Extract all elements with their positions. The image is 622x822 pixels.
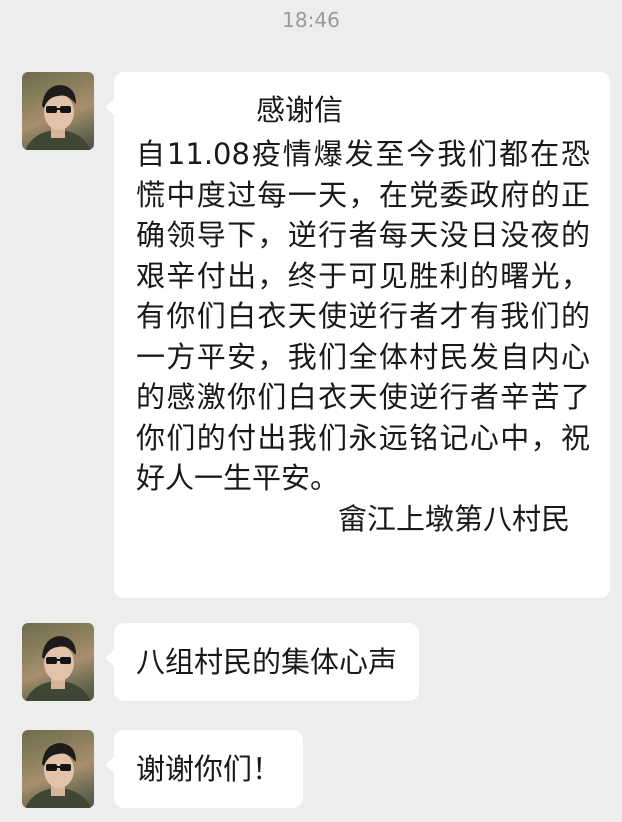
avatar-photo-icon: [25, 743, 91, 808]
avatar-photo-icon: [25, 636, 91, 701]
sender-avatar[interactable]: [22, 72, 94, 150]
letter-body: 自11.08疫情爆发至今我们都在恐慌中度过每一天，在党委政府的正确领导下，逆行者…: [136, 137, 590, 495]
message-bubble[interactable]: 谢谢你们！: [104, 730, 304, 808]
letter-bubble[interactable]: 感谢信 自11.08疫情爆发至今我们都在恐慌中度过每一天，在党委政府的正确领导下…: [105, 72, 610, 598]
message-bubble[interactable]: 八组村民的集体心声: [104, 623, 420, 701]
sender-avatar[interactable]: [22, 730, 94, 808]
message-text: 谢谢你们！: [136, 752, 282, 786]
avatar-photo-icon: [25, 85, 91, 150]
letter-signature: 畲江上墩第八村民: [337, 501, 570, 536]
message-timestamp: 18:46: [282, 8, 340, 32]
letter-title: 感谢信: [256, 93, 344, 127]
sender-avatar[interactable]: [22, 623, 94, 701]
message-text: 八组村民的集体心声: [136, 645, 398, 679]
